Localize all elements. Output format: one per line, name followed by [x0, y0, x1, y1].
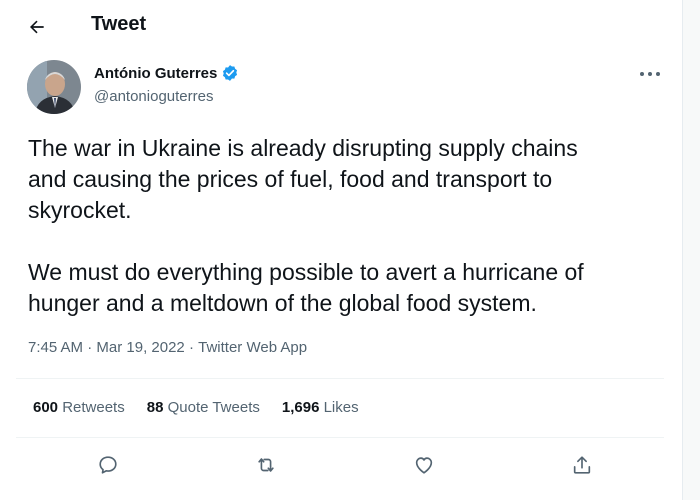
share-button[interactable] — [567, 450, 597, 480]
reply-button[interactable] — [93, 450, 123, 480]
page-title: Tweet — [91, 13, 147, 35]
more-icon — [640, 72, 660, 76]
author-handle[interactable]: @antonioguterres — [94, 88, 213, 105]
more-options-button[interactable] — [634, 62, 666, 86]
likes-count: 1,696 — [281, 399, 320, 416]
tweet-text: The war in Ukraine is already disrupting… — [28, 135, 584, 316]
verified-badge-icon — [221, 64, 239, 82]
divider — [16, 437, 664, 438]
tweet-stats: 600 Retweets 88 Quote Tweets 1,696 Likes — [33, 399, 381, 416]
quote-tweets-stat[interactable]: 88 Quote Tweets — [147, 399, 260, 416]
retweets-label: Retweets — [58, 399, 125, 416]
avatar[interactable] — [27, 60, 81, 114]
retweet-button[interactable] — [251, 450, 281, 480]
likes-stat[interactable]: 1,696 Likes — [282, 399, 359, 416]
tweet-date[interactable]: Mar 19, 2022 — [96, 339, 184, 356]
divider — [16, 378, 664, 379]
tweet-metadata: 7:45 AM · Mar 19, 2022 · Twitter Web App — [28, 339, 307, 356]
author-name-row: António Guterres — [94, 64, 239, 82]
share-icon — [573, 456, 591, 474]
quote-tweets-label: Quote Tweets — [163, 399, 260, 416]
reply-icon — [99, 456, 117, 474]
like-icon — [415, 457, 433, 474]
quote-tweets-count: 88 — [146, 399, 164, 416]
retweets-stat[interactable]: 600 Retweets — [33, 399, 125, 416]
tweet-time[interactable]: 7:45 AM — [28, 339, 83, 356]
retweets-count: 600 — [33, 399, 59, 416]
page-header: Tweet — [0, 0, 700, 52]
scrollbar-track[interactable] — [682, 0, 700, 500]
meta-separator: · — [83, 339, 97, 356]
author-display-name[interactable]: António Guterres — [94, 65, 217, 82]
back-button[interactable] — [22, 12, 52, 42]
likes-label: Likes — [319, 399, 359, 416]
meta-separator: · — [184, 339, 199, 356]
tweet-source[interactable]: Twitter Web App — [198, 339, 307, 356]
like-button[interactable] — [409, 450, 439, 480]
arrow-left-icon — [30, 20, 44, 34]
retweet-icon — [258, 458, 274, 472]
